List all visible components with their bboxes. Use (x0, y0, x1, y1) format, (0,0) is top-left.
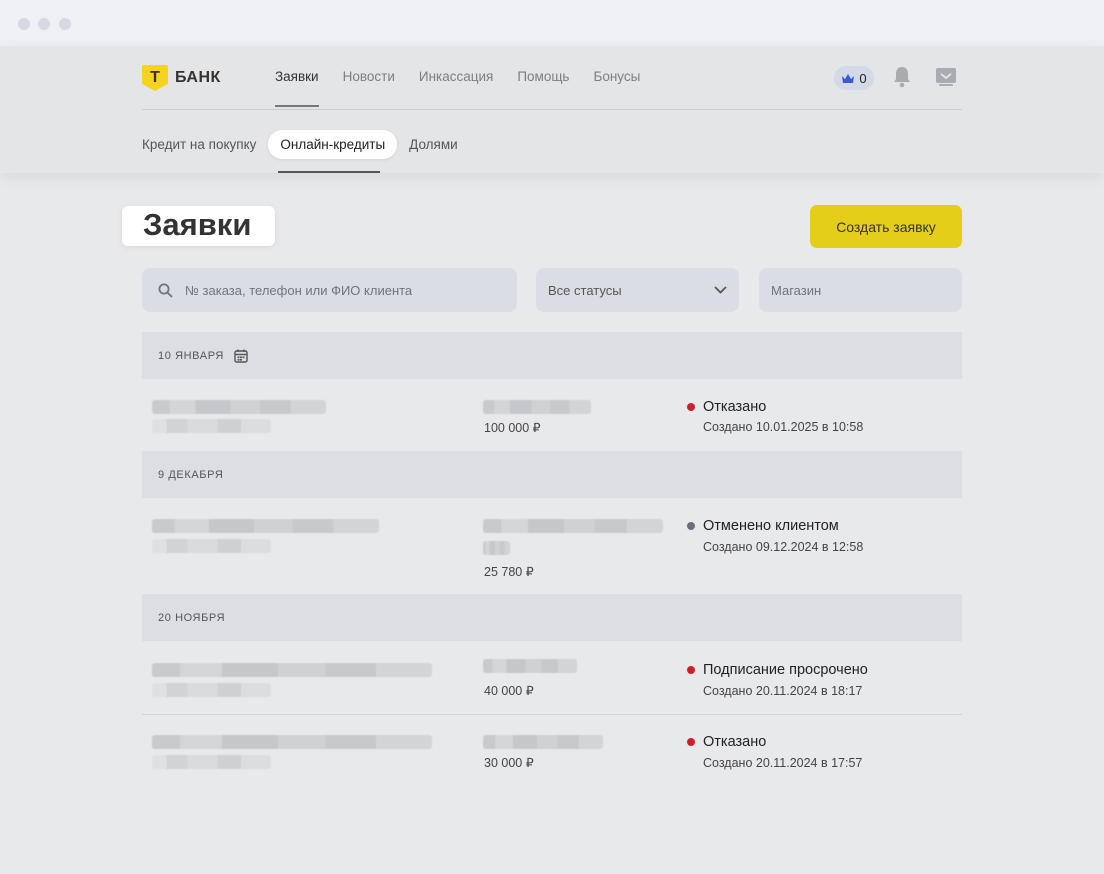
crown-icon (842, 73, 855, 83)
bell-icon[interactable] (893, 66, 911, 88)
browser-titlebar (0, 0, 1104, 46)
store-input[interactable]: Магазин (759, 268, 962, 312)
blurred-client-name (152, 663, 432, 677)
request-status: Подписание просрочено (703, 662, 868, 678)
blurred-order-info (483, 659, 577, 673)
subnav-item-installments[interactable]: Долями (409, 131, 458, 158)
page-title: Заявки (143, 207, 252, 242)
request-created-date: Создано 20.11.2024 в 18:17 (703, 684, 863, 698)
search-input[interactable]: № заказа, телефон или ФИО клиента (142, 268, 517, 312)
window-maximize-dot[interactable] (59, 18, 71, 30)
window-minimize-dot[interactable] (38, 18, 50, 30)
date-group-header: 10 ЯНВАРЯ (142, 332, 962, 379)
request-amount: 25 780 ₽ (484, 565, 534, 579)
blurred-client-phone (152, 539, 271, 553)
window-close-dot[interactable] (18, 18, 30, 30)
request-status: Отказано (703, 399, 767, 415)
subnav-item-online-credits[interactable]: Онлайн-кредиты (268, 129, 398, 159)
blurred-client-phone (152, 755, 271, 769)
search-icon (158, 283, 173, 298)
status-dot (687, 403, 695, 411)
chevron-down-icon (714, 286, 727, 294)
request-created-date: Создано 20.11.2024 в 17:57 (703, 756, 863, 770)
crown-bonus-badge[interactable]: 0 (834, 66, 874, 90)
status-select[interactable]: Все статусы (536, 268, 739, 312)
group-date: 10 ЯНВАРЯ (158, 349, 224, 362)
request-row[interactable]: 25 780 ₽ Отменено клиентом Создано 09.12… (142, 498, 962, 595)
blurred-order-info (483, 519, 663, 533)
status-dot (687, 738, 695, 746)
create-request-button[interactable]: Создать заявку (810, 205, 962, 248)
search-placeholder: № заказа, телефон или ФИО клиента (185, 282, 413, 298)
request-status: Отменено клиентом (703, 518, 839, 534)
request-row[interactable]: 100 000 ₽ Отказано Создано 10.01.2025 в … (142, 380, 962, 451)
group-date: 20 НОЯБРЯ (158, 611, 226, 624)
blurred-client-name (152, 519, 379, 533)
store-placeholder: Магазин (771, 282, 822, 298)
sub-nav: Кредит на покупку Онлайн-кредиты Долями (142, 129, 470, 159)
logo-text: БАНК (175, 69, 221, 86)
request-amount: 30 000 ₽ (484, 756, 534, 770)
calendar-icon[interactable] (234, 349, 248, 363)
inbox-icon[interactable] (935, 67, 957, 87)
nav-item-news[interactable]: Новости (343, 69, 395, 84)
nav-item-collection[interactable]: Инкассация (419, 69, 493, 84)
blurred-order-info (483, 735, 603, 749)
request-status: Отказано (703, 734, 767, 750)
status-dot (687, 522, 695, 530)
nav-item-help[interactable]: Помощь (517, 69, 569, 84)
date-group-header: 20 НОЯБРЯ (142, 594, 962, 641)
date-group-header: 9 ДЕКАБРЯ (142, 451, 962, 498)
blurred-client-phone (152, 419, 271, 433)
group-date: 9 ДЕКАБРЯ (158, 468, 224, 481)
blurred-order-info-2 (483, 541, 510, 555)
blurred-order-info (483, 400, 591, 414)
nav-item-bonuses[interactable]: Бонусы (593, 69, 640, 84)
top-header: Т БАНК Заявки Новости Инкассация Помощь … (0, 46, 1104, 173)
status-dot (687, 666, 695, 674)
request-created-date: Создано 09.12.2024 в 12:58 (703, 540, 864, 554)
status-select-value: Все статусы (548, 282, 622, 298)
blurred-client-name (152, 735, 432, 749)
blurred-client-phone (152, 683, 271, 697)
request-amount: 100 000 ₽ (484, 421, 541, 435)
subnav-active-underline (278, 171, 380, 173)
request-amount: 40 000 ₽ (484, 684, 534, 698)
subnav-item-purchase-credit[interactable]: Кредит на покупку (142, 131, 256, 158)
request-row[interactable]: 30 000 ₽ Отказано Создано 20.11.2024 в 1… (142, 715, 962, 787)
request-row[interactable]: 40 000 ₽ Подписание просрочено Создано 2… (142, 642, 962, 714)
request-created-date: Создано 10.01.2025 в 10:58 (703, 420, 864, 434)
nav-item-requests[interactable]: Заявки (275, 69, 319, 107)
crown-count: 0 (859, 70, 867, 86)
main-nav: Заявки Новости Инкассация Помощь Бонусы (275, 69, 664, 107)
logo-shield-icon: Т (142, 65, 168, 91)
nav-divider (142, 109, 962, 110)
blurred-client-name (152, 400, 326, 414)
bank-logo[interactable]: Т БАНК (142, 65, 221, 91)
